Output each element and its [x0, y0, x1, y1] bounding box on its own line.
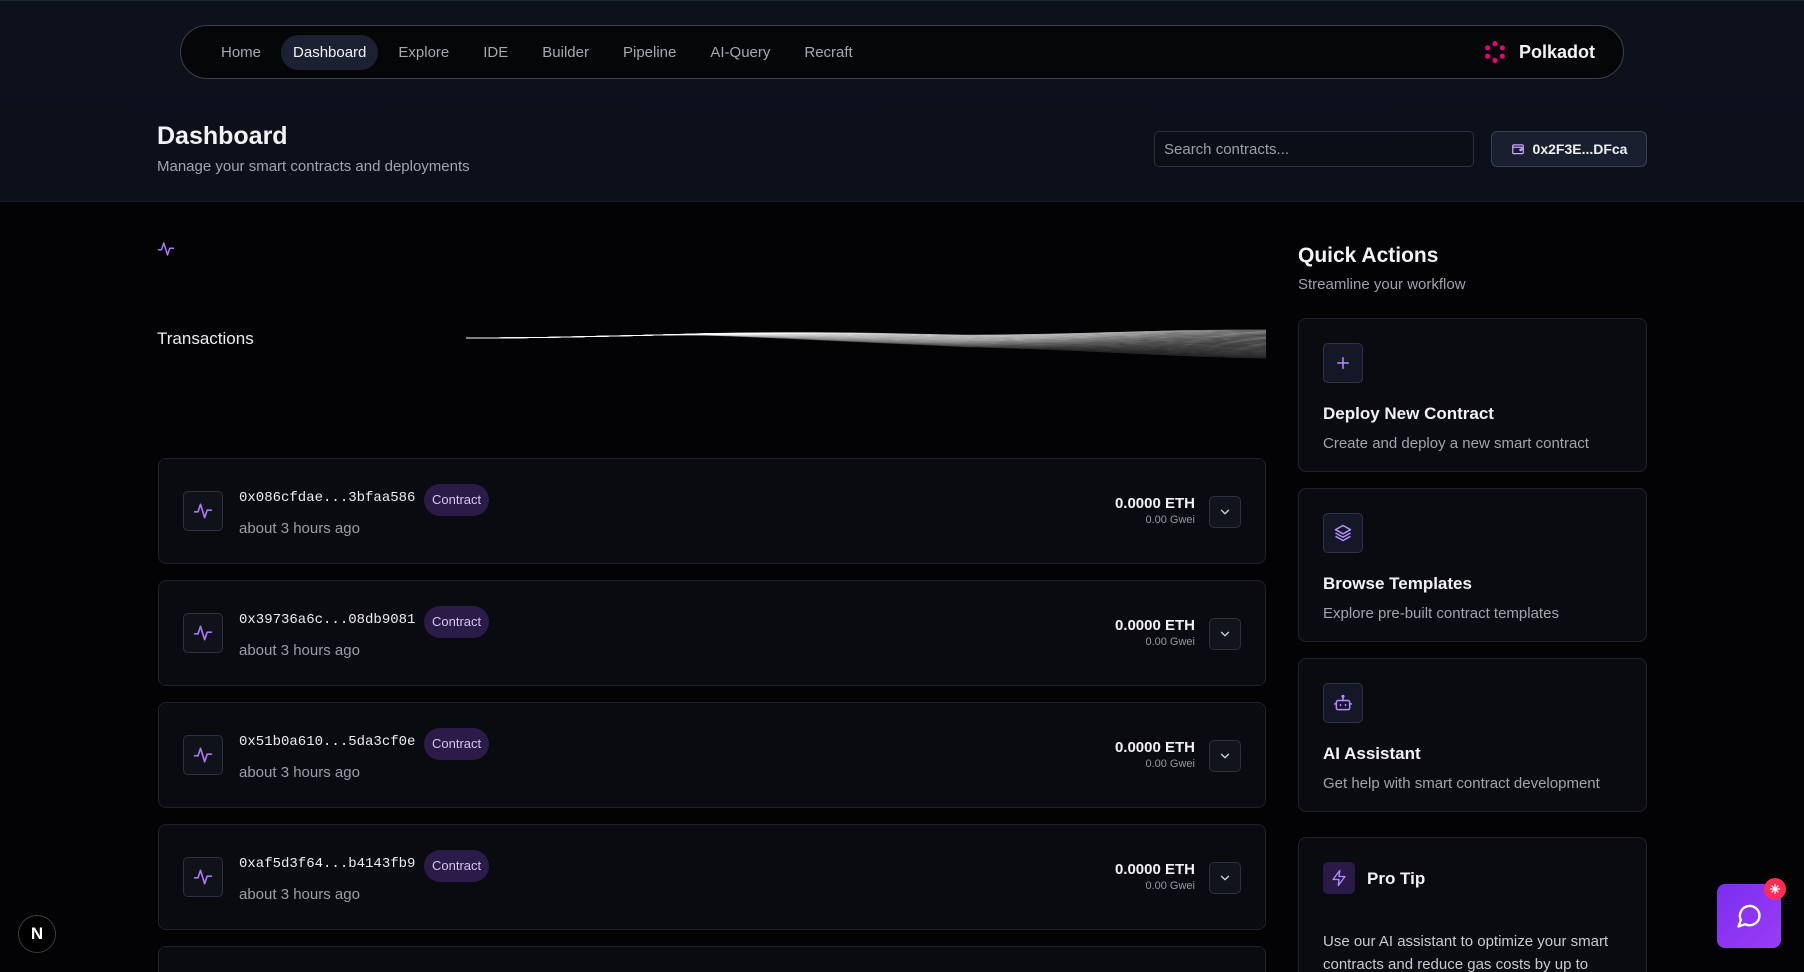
wallet-icon — [1511, 144, 1524, 155]
status-badge: Contract — [424, 606, 490, 638]
transaction-amount: 0.0000 ETH 0.00 Gwei — [1115, 495, 1195, 526]
nav-pipeline[interactable]: Pipeline — [609, 35, 690, 70]
nav-ai-query[interactable]: AI-Query — [696, 35, 784, 70]
search-input[interactable] — [1154, 131, 1474, 167]
page-subtitle: Manage your smart contracts and deployme… — [157, 158, 470, 175]
expand-button[interactable] — [1209, 740, 1241, 772]
status-badge: Contract — [424, 728, 490, 760]
activity-icon — [183, 491, 223, 531]
nav-ide[interactable]: IDE — [469, 35, 522, 70]
gwei-value: 0.00 Gwei — [1145, 514, 1195, 526]
expand-button[interactable] — [1209, 618, 1241, 650]
pro-tip-title: Pro Tip — [1367, 869, 1426, 888]
transaction-row[interactable] — [158, 946, 1266, 972]
transaction-amount: 0.0000 ETH 0.00 Gwei — [1115, 739, 1195, 770]
deploy-contract-card[interactable]: Deploy New Contract Create and deploy a … — [1298, 318, 1647, 472]
activity-icon — [183, 613, 223, 653]
transaction-hash[interactable]: 0x51b0a610...5da3cf0e — [239, 734, 415, 750]
chevron-down-icon — [1220, 631, 1230, 637]
nav-links: Home Dashboard Explore IDE Builder Pipel… — [207, 34, 867, 70]
polkadot-logo-icon — [1485, 41, 1505, 63]
quick-actions-subtitle: Streamline your workflow — [1298, 276, 1466, 293]
action-name: Browse Templates — [1323, 574, 1472, 593]
transaction-row[interactable]: 0xaf5d3f64...b4143fb9 Contract about 3 h… — [158, 824, 1266, 930]
transaction-hash[interactable]: 0x086cfdae...3bfaa586 — [239, 490, 415, 506]
pro-tip-card: Pro Tip Use our AI assistant to optimize… — [1298, 837, 1647, 972]
transaction-row[interactable]: 0x39736a6c...08db9081 Contract about 3 h… — [158, 580, 1266, 686]
transaction-row[interactable]: 0x086cfdae...3bfaa586 Contract about 3 h… — [158, 458, 1266, 564]
robot-icon — [1323, 683, 1363, 723]
eth-value: 0.0000 ETH — [1114, 739, 1195, 756]
chevron-down-icon — [1220, 875, 1230, 881]
chevron-down-icon — [1220, 509, 1230, 515]
wallet-button[interactable]: 0x2F3E...DFca — [1491, 131, 1647, 167]
page-title: Dashboard — [157, 122, 288, 150]
transaction-time: about 3 hours ago — [239, 886, 360, 903]
nav-dashboard[interactable]: Dashboard — [281, 34, 379, 70]
nextjs-dev-indicator[interactable]: N — [18, 915, 56, 953]
ai-assistant-card[interactable]: AI Assistant Get help with smart contrac… — [1298, 658, 1647, 812]
nav-home[interactable]: Home — [207, 35, 275, 70]
status-badge: Contract — [424, 484, 490, 516]
top-navigation: Home Dashboard Explore IDE Builder Pipel… — [180, 25, 1624, 79]
eth-value: 0.0000 ETH — [1114, 617, 1195, 634]
activity-icon — [157, 242, 175, 256]
status-badge: Contract — [424, 850, 490, 882]
gwei-value: 0.00 Gwei — [1145, 636, 1195, 648]
transactions-heading: Transactions — [157, 329, 254, 348]
transactions-wave-graphic — [466, 329, 1266, 359]
action-name: Deploy New Contract — [1323, 404, 1494, 423]
chevron-down-icon — [1220, 753, 1230, 759]
eth-value: 0.0000 ETH — [1114, 861, 1195, 878]
transaction-row[interactable]: 0x51b0a610...5da3cf0e Contract about 3 h… — [158, 702, 1266, 808]
action-description: Explore pre-built contract templates — [1323, 605, 1559, 622]
activity-icon — [183, 735, 223, 775]
nav-builder[interactable]: Builder — [528, 35, 603, 70]
notification-badge — [1764, 878, 1786, 900]
action-description: Create and deploy a new smart contract — [1323, 435, 1589, 452]
sparkle-icon — [1769, 883, 1781, 895]
quick-actions-title: Quick Actions — [1298, 244, 1439, 267]
gwei-value: 0.00 Gwei — [1145, 880, 1195, 892]
pro-tip-text: Use our AI assistant to optimize your sm… — [1323, 933, 1609, 972]
expand-button[interactable] — [1209, 496, 1241, 528]
brand-name: Polkadot — [1518, 41, 1595, 62]
brand[interactable]: Polkadot — [1483, 40, 1595, 64]
browse-templates-card[interactable]: Browse Templates Explore pre-built contr… — [1298, 488, 1647, 642]
chat-bubble-icon — [1737, 904, 1761, 928]
nav-explore[interactable]: Explore — [384, 35, 463, 70]
transaction-time: about 3 hours ago — [239, 520, 360, 537]
transaction-time: about 3 hours ago — [239, 764, 360, 781]
plus-icon — [1323, 343, 1363, 383]
transaction-hash[interactable]: 0xaf5d3f64...b4143fb9 — [239, 856, 415, 872]
expand-button[interactable] — [1209, 862, 1241, 894]
activity-icon — [183, 857, 223, 897]
lightning-icon — [1323, 862, 1355, 894]
layers-icon — [1323, 513, 1363, 553]
next-logo-letter: N — [30, 924, 44, 943]
transaction-time: about 3 hours ago — [239, 642, 360, 659]
action-description: Get help with smart contract development — [1323, 775, 1600, 792]
transaction-amount: 0.0000 ETH 0.00 Gwei — [1115, 617, 1195, 648]
eth-value: 0.0000 ETH — [1114, 495, 1195, 512]
action-name: AI Assistant — [1323, 744, 1421, 763]
transaction-amount: 0.0000 ETH 0.00 Gwei — [1115, 861, 1195, 892]
wallet-address: 0x2F3E...DFca — [1532, 141, 1628, 157]
transaction-hash[interactable]: 0x39736a6c...08db9081 — [239, 612, 415, 628]
gwei-value: 0.00 Gwei — [1145, 758, 1195, 770]
nav-recraft[interactable]: Recraft — [790, 35, 866, 70]
